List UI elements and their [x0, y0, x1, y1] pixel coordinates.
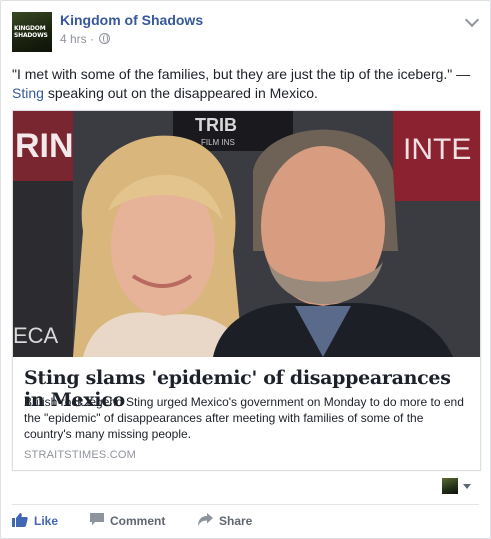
link-description: British rock legend Sting urged Mexico's… [24, 395, 464, 441]
share-button[interactable]: Share [198, 511, 252, 531]
backdrop-text-2: TRIB [195, 115, 237, 135]
like-label: Like [34, 514, 59, 528]
post-text-start: "I met with some of the families, but th… [12, 66, 471, 82]
page-avatar[interactable]: KINGDOM SHADOWS [12, 12, 52, 52]
backdrop-text-1: RIN [15, 127, 74, 165]
post-text-end: speaking out on the disappeared in Mexic… [47, 85, 318, 101]
sting-link[interactable]: Sting [12, 85, 44, 101]
share-label: Share [219, 514, 253, 528]
timestamp-link[interactable]: 4 hrs [60, 32, 87, 46]
share-icon [198, 513, 213, 529]
avatar-logo-text: KINGDOM SHADOWS [14, 25, 48, 39]
globe-icon [99, 33, 111, 44]
post-message: "I met with some of the families, but th… [12, 65, 480, 103]
actor-selector[interactable] [442, 478, 476, 494]
comment-button[interactable]: Comment [90, 511, 165, 531]
backdrop-text-5: ECA [13, 323, 59, 348]
actor-avatar [442, 478, 458, 494]
link-photo[interactable]: RIN TRIB FILM INS INTE ECA [13, 111, 480, 357]
backdrop-text-3: FILM INS [201, 138, 235, 147]
backdrop-text-4: INTE [403, 133, 471, 166]
link-preview[interactable]: RIN TRIB FILM INS INTE ECA Sting slams '… [12, 110, 481, 471]
comment-label: Comment [110, 514, 166, 528]
chevron-down-icon[interactable] [464, 12, 480, 28]
link-domain: STRAITSTIMES.COM [24, 449, 136, 461]
caret-down-icon [463, 484, 471, 489]
meta-separator: · [90, 32, 95, 46]
post-card: KINGDOM SHADOWS Kingdom of Shadows 4 hrs… [0, 0, 491, 539]
comment-icon [90, 513, 104, 529]
page-name-link[interactable]: Kingdom of Shadows [60, 12, 203, 28]
actions-divider [12, 504, 479, 505]
thumbs-up-icon [12, 512, 28, 530]
post-meta: 4 hrs · [60, 32, 111, 46]
like-button[interactable]: Like [12, 511, 58, 531]
